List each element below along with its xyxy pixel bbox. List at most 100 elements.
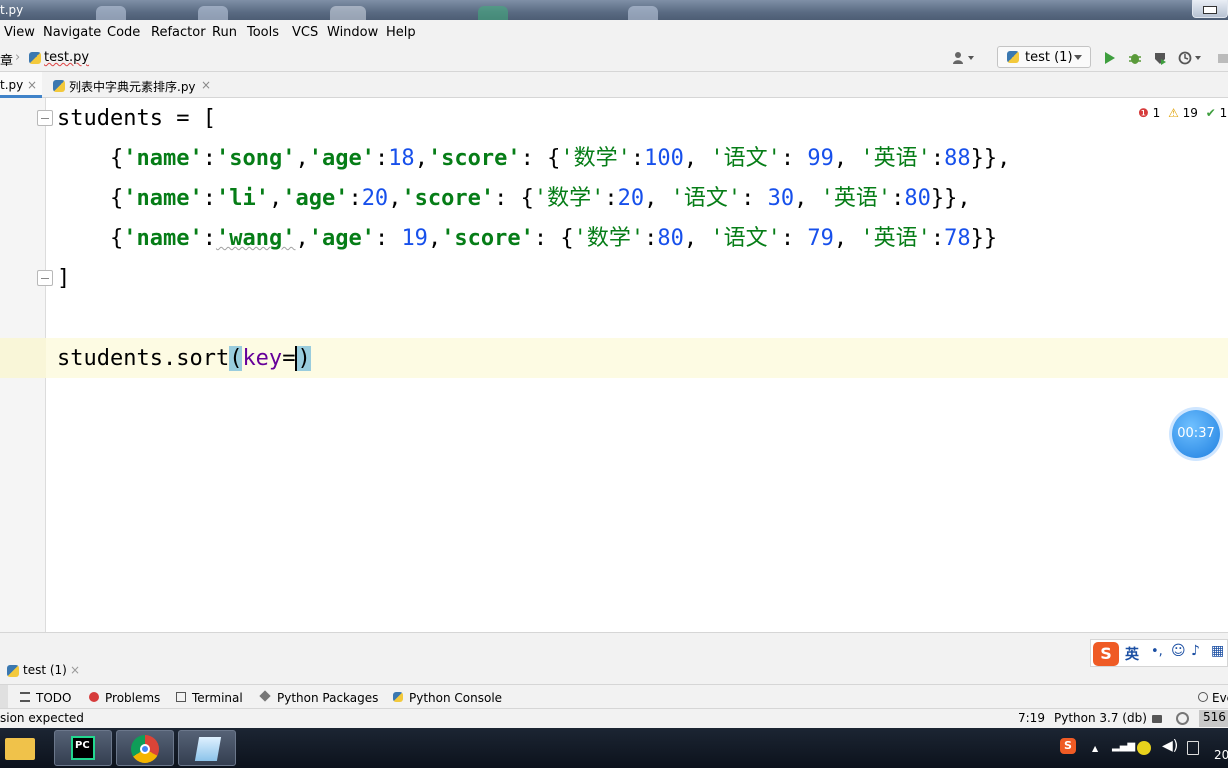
close-icon[interactable]: ×: [70, 663, 80, 677]
emoji-icon[interactable]: ☺: [1171, 643, 1186, 659]
ime-language[interactable]: 英: [1125, 644, 1139, 664]
chevron-down-icon: [1074, 55, 1082, 60]
user-icon[interactable]: [952, 51, 966, 65]
close-icon[interactable]: ×: [201, 78, 211, 92]
debug-icon[interactable]: [1128, 51, 1142, 65]
toolwindow-event-log[interactable]: Eve: [1212, 691, 1228, 705]
ok-count: 1: [1219, 106, 1228, 120]
warning-icon: ⚠: [1168, 106, 1179, 120]
check-icon: ✔: [1205, 106, 1216, 120]
keyboard-icon[interactable]: ▦: [1211, 643, 1224, 659]
background-blob: [198, 6, 228, 20]
menu-refactor[interactable]: Refactor: [151, 25, 206, 40]
stop-icon[interactable]: [1218, 54, 1228, 63]
toolwindow-python-packages[interactable]: Python Packages: [277, 691, 378, 705]
caret-position[interactable]: 7:19: [1018, 711, 1045, 725]
code-line-2: {'name':'song','age':18,'score': {'数学':1…: [57, 146, 1011, 171]
packages-icon: [259, 690, 271, 702]
security-tray-icon[interactable]: [1137, 741, 1151, 755]
menu-tools[interactable]: Tools: [247, 25, 279, 40]
background-blob: [330, 6, 366, 20]
clock[interactable]: 20: [1214, 748, 1228, 762]
code-line-7: students.sort(key=): [57, 346, 311, 371]
punctuation-icon[interactable]: •,: [1151, 644, 1163, 659]
chrome-icon-center: [140, 744, 150, 754]
code-line-5: ]: [57, 266, 71, 291]
toolwindow-terminal[interactable]: Terminal: [192, 691, 243, 705]
lock-icon[interactable]: [1152, 715, 1162, 723]
background-blob: [96, 6, 126, 20]
profile-icon[interactable]: [1178, 51, 1192, 65]
settings-icon[interactable]: [1176, 712, 1189, 725]
toolwindow-todo[interactable]: TODO: [36, 691, 71, 705]
file-explorer-button[interactable]: [0, 730, 44, 766]
microphone-icon[interactable]: ♪: [1191, 643, 1200, 659]
code-editor[interactable]: students = [ {'name':'song','age':18,'sc…: [0, 98, 1228, 632]
code-line-3: {'name':'li','age':20,'score': {'数学':20,…: [57, 186, 971, 211]
pycharm-icon: PC: [71, 736, 95, 760]
python-interpreter[interactable]: Python 3.7 (db): [1054, 711, 1147, 725]
coverage-icon[interactable]: [1153, 51, 1167, 65]
sogou-tray-icon[interactable]: S: [1060, 738, 1076, 754]
menu-window[interactable]: Window: [327, 25, 378, 40]
background-blob: [478, 6, 508, 20]
toolwindow-problems[interactable]: Problems: [105, 691, 160, 705]
event-log-icon: [1198, 692, 1208, 702]
ime-toolbar[interactable]: S 英 •, ☺ ♪ ▦: [1090, 639, 1228, 667]
fold-start-icon[interactable]: [37, 110, 53, 126]
toolwindow-stripe: [0, 685, 8, 709]
python-console-icon: [393, 692, 403, 702]
error-icon: ❶: [1138, 106, 1149, 120]
window-titlebar: t.py: [0, 0, 1228, 20]
network-icon[interactable]: ▂▄▆: [1112, 741, 1135, 752]
tray-expand-icon[interactable]: ▲: [1092, 744, 1098, 753]
run-configuration-label: test (1): [1025, 50, 1073, 65]
code-line-1: students = [: [57, 106, 216, 131]
inspection-widget[interactable]: ❶ 1 ⚠ 19 ✔ 1: [1138, 106, 1227, 120]
error-count: 1: [1152, 106, 1161, 120]
status-message: sion expected: [0, 711, 84, 725]
folder-icon: [5, 738, 35, 760]
terminal-icon: [176, 692, 186, 702]
problems-icon: [89, 692, 99, 702]
action-center-icon[interactable]: [1187, 741, 1199, 755]
volume-icon[interactable]: ◀): [1162, 738, 1178, 754]
menu-vcs[interactable]: VCS: [292, 25, 318, 40]
menu-help[interactable]: Help: [386, 25, 416, 40]
chevron-down-icon[interactable]: [968, 56, 974, 60]
breadcrumb-project[interactable]: 章: [0, 50, 13, 69]
status-bar: sion expected 7:19 Python 3.7 (db) 516: [0, 708, 1228, 728]
chrome-taskbar-button[interactable]: [116, 730, 174, 766]
taskbar: PC S ▲ ▂▄▆ ◀) 20: [0, 728, 1228, 768]
breadcrumb-file[interactable]: test.py: [44, 50, 89, 65]
pycharm-taskbar-button[interactable]: PC: [54, 730, 112, 766]
run-tab-label[interactable]: test (1): [23, 663, 67, 677]
chevron-down-icon[interactable]: [1195, 56, 1201, 60]
navigation-bar: 章 › test.py test (1): [0, 44, 1228, 72]
tab-label: t.py: [0, 78, 24, 92]
python-file-icon: [1007, 51, 1019, 63]
menu-bar: View Navigate Code Refactor Run Tools VC…: [0, 20, 1228, 44]
menu-view[interactable]: View: [4, 25, 35, 40]
restore-window-button[interactable]: [1192, 0, 1228, 18]
run-icon[interactable]: [1102, 51, 1116, 65]
memory-indicator[interactable]: 516: [1199, 710, 1228, 727]
tab-sort-dict-list[interactable]: 列表中字典元素排序.py: [52, 72, 212, 98]
fold-end-icon[interactable]: [37, 270, 53, 286]
menu-code[interactable]: Code: [107, 25, 140, 40]
run-configuration-select[interactable]: test (1): [997, 46, 1091, 68]
python-run-icon: [7, 665, 19, 677]
menu-run[interactable]: Run: [212, 25, 237, 40]
notepad-taskbar-button[interactable]: [178, 730, 236, 766]
notepad-icon: [194, 737, 222, 761]
tool-window-bar: TODO Problems Terminal Python Packages P…: [0, 684, 1228, 709]
recording-timer[interactable]: 00:37: [1172, 410, 1220, 458]
sogou-logo-icon: S: [1093, 642, 1119, 666]
window-title: t.py: [0, 3, 24, 17]
code-line-4: {'name':'wang','age': 19,'score': {'数学':…: [57, 226, 998, 251]
toolwindow-python-console[interactable]: Python Console: [409, 691, 502, 705]
editor-tab-bar: t.py × 列表中字典元素排序.py ×: [0, 72, 1228, 98]
menu-navigate[interactable]: Navigate: [43, 25, 101, 40]
python-file-icon: [29, 52, 41, 64]
close-icon[interactable]: ×: [27, 78, 37, 92]
